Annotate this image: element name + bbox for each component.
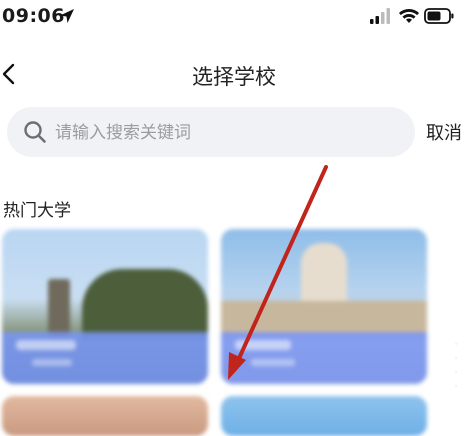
wifi-icon bbox=[399, 9, 419, 23]
card-image-trees bbox=[82, 269, 208, 339]
cellular-signal-icon bbox=[370, 8, 390, 24]
page-title: 选择学校 bbox=[192, 65, 276, 89]
location-arrow-icon bbox=[60, 9, 74, 23]
battery-icon bbox=[424, 8, 454, 24]
search-icon bbox=[24, 121, 46, 143]
status-bar: 09:06 bbox=[0, 0, 468, 34]
status-time: 09:06 bbox=[2, 5, 65, 27]
card-image bbox=[48, 279, 70, 339]
alphabet-index[interactable]: · · · · bbox=[446, 338, 466, 398]
cancel-button[interactable]: 取消 bbox=[426, 119, 462, 145]
card-caption bbox=[2, 332, 208, 384]
university-card[interactable] bbox=[2, 396, 208, 436]
search-box[interactable] bbox=[7, 107, 415, 157]
search-input[interactable] bbox=[53, 118, 397, 148]
nav-bar: 选择学校 bbox=[0, 52, 468, 96]
card-caption bbox=[221, 332, 427, 384]
university-card[interactable] bbox=[221, 396, 427, 436]
university-card[interactable] bbox=[221, 229, 427, 384]
search-row: 取消 bbox=[0, 107, 468, 157]
university-card[interactable] bbox=[2, 229, 208, 384]
section-title-popular-universities: 热门大学 bbox=[3, 201, 71, 221]
